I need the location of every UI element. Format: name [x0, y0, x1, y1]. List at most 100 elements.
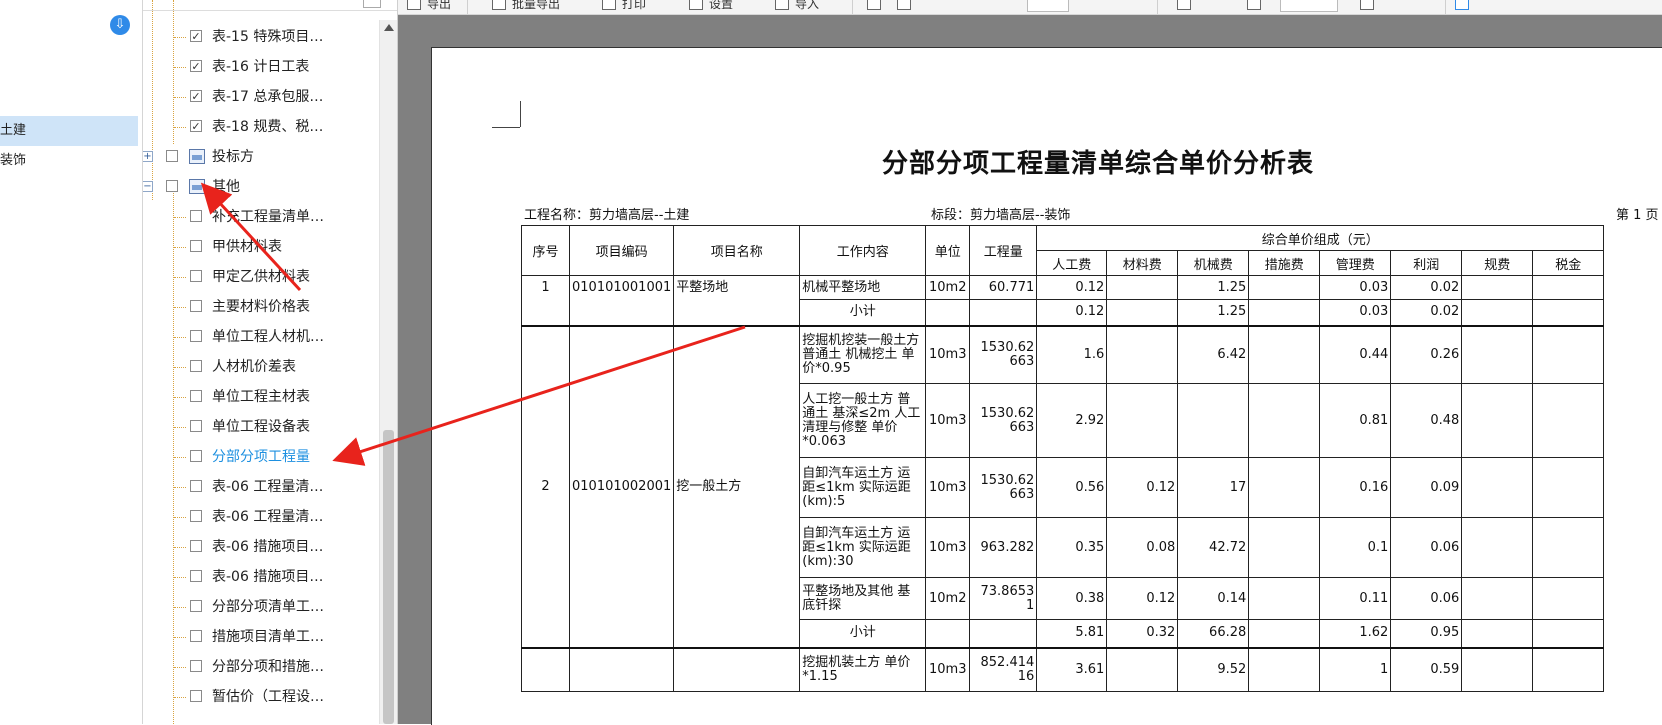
scroll-thumb[interactable]: [383, 430, 394, 724]
toolbar-btn-2[interactable]: 批量导出: [492, 0, 560, 12]
tree-item[interactable]: 单位工程人材机…: [143, 322, 379, 352]
cell-profit: 0.06: [1390, 577, 1463, 620]
toolbar-btn-5[interactable]: 导入: [775, 0, 819, 12]
tree-item[interactable]: + 投标方: [143, 142, 379, 172]
checkbox[interactable]: [190, 660, 202, 672]
tree-item[interactable]: 表-06 工程量清…: [143, 472, 379, 502]
tree-item[interactable]: 分部分项工程量: [143, 442, 379, 472]
tree-item[interactable]: 表-06 措施项目…: [143, 562, 379, 592]
toolbar-view-button[interactable]: [867, 0, 887, 12]
tree-item[interactable]: ✓ 表-18 规费、税…: [143, 112, 379, 142]
download-icon[interactable]: ⇩: [110, 15, 130, 35]
page-number-input[interactable]: [1280, 0, 1338, 12]
report-tree-panel: ✓ 表-15 特殊项目… ✓ 表-16 计日工表 ✓ 表-17 总承包服… ✓ 表-18 规费…: [143, 0, 398, 724]
scroll-up-icon[interactable]: [384, 24, 394, 31]
tree-item[interactable]: 甲供材料表: [143, 232, 379, 262]
checkbox[interactable]: [190, 690, 202, 702]
tree-item[interactable]: ✓ 表-16 计日工表: [143, 52, 379, 82]
tree-guide-line: [174, 217, 186, 218]
cell-work: 自卸汽车运土方 运距≤1km 实际运距(km):30: [799, 517, 927, 578]
tree-item[interactable]: ✓ 表-17 总承包服…: [143, 82, 379, 112]
collapse-icon[interactable]: −: [143, 181, 153, 192]
toolbar-blue-button[interactable]: [1455, 0, 1475, 12]
cell-tax: [1532, 457, 1605, 518]
cell-machine: 0.14: [1177, 577, 1250, 620]
tree-item[interactable]: 表-06 工程量清…: [143, 502, 379, 532]
project-name: 工程名称：剪力墙高层--土建: [524, 208, 690, 223]
checkbox[interactable]: [190, 630, 202, 642]
cell-qty: 60.771: [969, 275, 1038, 300]
checkbox[interactable]: [190, 480, 202, 492]
tree-item[interactable]: − 其他: [143, 172, 379, 202]
cell-mgmt: 0.03: [1319, 275, 1392, 300]
checkbox[interactable]: [190, 360, 202, 372]
header-machine: 机械费: [1177, 250, 1250, 276]
checkbox[interactable]: [190, 270, 202, 282]
tree-guide-line: [174, 97, 186, 98]
header-material: 材料费: [1106, 250, 1179, 276]
cell-measure: [1248, 299, 1321, 326]
tree-item[interactable]: 单位工程主材表: [143, 382, 379, 412]
tree-guide-line: [174, 397, 186, 398]
tree-item[interactable]: ✓ 表-15 特殊项目…: [143, 22, 379, 52]
zoom-input[interactable]: [1027, 0, 1069, 12]
checkbox[interactable]: ✓: [190, 90, 202, 103]
cell-machine: 42.72: [1177, 517, 1250, 578]
tree-item[interactable]: 甲定乙供材料表: [143, 262, 379, 292]
cell-work: 挖掘机装土方 单价*1.15: [799, 646, 927, 692]
table-row: 1 010101001001 平整场地 机械平整场地 10m2 60.771 0.12 1.2…: [521, 275, 1605, 326]
tree-guide-line: [174, 277, 186, 278]
cell-material: [1106, 299, 1179, 326]
toolbar-btn-3[interactable]: 打印: [602, 0, 646, 12]
tree-item[interactable]: 主要材料价格表: [143, 292, 379, 322]
tree-guide-line: [174, 697, 186, 698]
checkbox[interactable]: [190, 510, 202, 522]
tree-item[interactable]: 分部分项和措施…: [143, 652, 379, 682]
checkbox[interactable]: [190, 330, 202, 342]
toolbar-btn-4[interactable]: 设置: [689, 0, 733, 12]
tree-item[interactable]: 措施项目清单工…: [143, 622, 379, 652]
tree-item[interactable]: 单位工程设备表: [143, 412, 379, 442]
checkbox[interactable]: [190, 450, 202, 462]
checkbox[interactable]: [190, 540, 202, 552]
toolbar-btn-1[interactable]: 导出: [407, 0, 451, 12]
checkbox[interactable]: [190, 390, 202, 402]
blue-action-icon: [1455, 0, 1469, 10]
checkbox[interactable]: [190, 240, 202, 252]
checkbox[interactable]: [166, 180, 178, 192]
project-item-zhuangshi[interactable]: 装饰: [0, 146, 138, 176]
cell-code: 010101002001: [568, 324, 675, 648]
prev-page-button[interactable]: [1177, 0, 1197, 12]
checkbox[interactable]: [190, 300, 202, 312]
header-qty: 工程量: [969, 225, 1038, 276]
cell-material: [1106, 275, 1179, 300]
checkbox[interactable]: ✓: [190, 120, 202, 133]
cell-tax: [1532, 275, 1605, 300]
cell-material: 0.08: [1106, 517, 1179, 578]
checkbox[interactable]: [190, 600, 202, 612]
cell-mgmt: 0.44: [1319, 324, 1392, 384]
goto-page-button[interactable]: [1247, 0, 1267, 12]
tree-item[interactable]: 分部分项清单工…: [143, 592, 379, 622]
checkbox[interactable]: [190, 570, 202, 582]
tree-item-label: 暂估价（工程设…: [212, 689, 324, 705]
checkbox[interactable]: [190, 420, 202, 432]
layout-icon: [897, 0, 911, 10]
tree-item[interactable]: 表-06 措施项目…: [143, 532, 379, 562]
tree-item[interactable]: 补充工程量清单…: [143, 202, 379, 232]
expand-icon[interactable]: +: [143, 151, 153, 162]
checkbox[interactable]: [190, 210, 202, 222]
tree-filter-button[interactable]: [363, 0, 381, 8]
checkbox[interactable]: ✓: [190, 30, 202, 43]
header-unit: 单位: [925, 225, 971, 276]
project-item-tujian[interactable]: 土建: [0, 116, 138, 146]
checkbox[interactable]: [166, 150, 178, 162]
tree-item[interactable]: 人材机价差表: [143, 352, 379, 382]
toolbar-layout-button[interactable]: [897, 0, 917, 12]
table-row: 2 010101002001 挖一般土方 挖掘机挖装一般土方 普通土 机械挖土 单价*…: [521, 324, 1605, 648]
tree-item-label: 投标方: [212, 149, 254, 165]
tree-item[interactable]: 暂估价（工程设…: [143, 682, 379, 712]
tree-scrollbar[interactable]: [379, 20, 397, 724]
checkbox[interactable]: ✓: [190, 60, 202, 73]
toolbar-extra-button[interactable]: [1360, 0, 1380, 12]
